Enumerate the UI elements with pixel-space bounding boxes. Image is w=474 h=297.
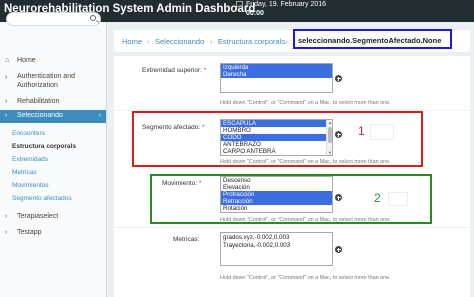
search-icon[interactable]: [90, 15, 96, 21]
movimiento-select[interactable]: Descenso Elevación Protracción Retracción Ro…: [220, 176, 333, 213]
sidebar-search-input[interactable]: [6, 12, 101, 26]
divider: [114, 227, 470, 228]
annotation-label-2: 2: [374, 191, 381, 205]
segmento-label: Segmento afectado: *: [142, 124, 205, 131]
scrollbar-thumb[interactable]: [328, 127, 332, 143]
empty-field: [370, 124, 394, 140]
breadcrumb-current: seleccionando.SegmentoAfectado.None: [293, 29, 452, 49]
select-option[interactable]: Retracción: [221, 198, 332, 205]
calendar-icon: [236, 1, 243, 7]
date-text: Friday, 19. February 2016: [246, 1, 327, 8]
metricas-option[interactable]: grados.xyz,-0.002,0.003: [223, 234, 330, 242]
breadcrumb-separator: ›: [210, 37, 213, 46]
select-option[interactable]: Izquierda: [221, 64, 332, 71]
movimiento-label: Movimiento: *: [162, 180, 202, 187]
metricas-help: Hold down "Control", or "Command" on a M…: [220, 275, 391, 281]
select-option[interactable]: Derecha: [221, 71, 332, 78]
sidebar-item-authentication[interactable]: › Authentication and Authorization: [0, 72, 106, 92]
home-icon: ⌂: [5, 57, 10, 64]
select-option[interactable]: Elevación: [221, 184, 332, 191]
add-extremidad-icon[interactable]: [335, 75, 342, 82]
select-option[interactable]: Descenso: [221, 177, 332, 184]
sidebar-item-label: Testapp: [17, 229, 42, 236]
breadcrumb-seleccionando[interactable]: Seleccionando: [155, 37, 204, 46]
subitem-encounters[interactable]: Encounters: [12, 130, 45, 137]
scroll-up-icon[interactable]: ▲: [328, 120, 332, 125]
select-option[interactable]: CARPO ANTEBRA: [221, 148, 332, 155]
annotation-label-1: 1: [358, 124, 365, 138]
breadcrumb-home[interactable]: Home: [122, 37, 142, 46]
breadcrumb-separator: ›: [285, 37, 288, 46]
breadcrumb-separator: ›: [147, 37, 150, 46]
subitem-metricas[interactable]: Metricas: [12, 169, 37, 176]
chevron-right-icon: ›: [5, 112, 8, 119]
chevron-right-icon: ›: [5, 74, 8, 81]
sidebar-item-label: Terapiaselect: [17, 213, 59, 220]
breadcrumb-estructura[interactable]: Estructura corporals: [218, 37, 285, 46]
sidebar-item-testapp[interactable]: › Testapp: [0, 229, 106, 241]
chevron-right-icon: ›: [5, 229, 8, 236]
scrollbar[interactable]: ▲ ▼: [326, 120, 332, 155]
sidebar-item-label: Seleccionando: [17, 112, 63, 119]
select-option[interactable]: CODO: [221, 134, 332, 141]
add-metricas-icon[interactable]: [335, 246, 342, 253]
segmento-help: Hold down "Control", or "Command" on a M…: [220, 159, 391, 165]
add-segmento-icon[interactable]: [335, 131, 342, 138]
add-movimiento-icon[interactable]: [335, 194, 342, 201]
metricas-label: Metricas:: [173, 236, 200, 243]
subitem-estructura-corporals[interactable]: Estructura corporals: [12, 143, 76, 150]
segmento-select[interactable]: ESCAPULA HOMBRO CODO ANTEBRAZO CARPO ANTEBRA…: [220, 119, 333, 156]
movimiento-help: Hold down "Control", or "Command" on a M…: [220, 217, 391, 223]
select-option[interactable]: Protracción: [221, 191, 332, 198]
sidebar-item-label: Home: [17, 57, 36, 64]
empty-field: [388, 192, 408, 206]
sidebar-item-seleccionando[interactable]: › Seleccionando ‹: [0, 110, 106, 123]
sidebar-item-terapiaselect[interactable]: › Terapiaselect: [0, 213, 106, 225]
sidebar-item-label: Authentication and Authorization: [17, 73, 75, 89]
metricas-option[interactable]: Trayectoria,-0.002,0.003: [223, 242, 330, 250]
sidebar-item-rehabilitation[interactable]: › Rehabilitation: [0, 98, 106, 110]
select-option[interactable]: ESCAPULA: [221, 120, 332, 127]
sidebar-item-label: Rehabilitation: [17, 98, 60, 105]
extremidad-select[interactable]: Izquierda Derecha: [220, 63, 333, 93]
chevron-right-icon: ›: [5, 213, 8, 220]
scroll-down-icon[interactable]: ▼: [328, 150, 332, 155]
chevron-down-icon: ‹: [98, 112, 101, 119]
subitem-extremidads[interactable]: Extremidads: [12, 156, 48, 163]
select-option[interactable]: HOMBRO: [221, 127, 332, 134]
select-option[interactable]: Rotación: [221, 205, 332, 212]
select-option[interactable]: ANTEBRAZO: [221, 141, 332, 148]
sidebar-item-home[interactable]: ⌂ Home: [0, 57, 106, 69]
chevron-right-icon: ›: [5, 98, 8, 105]
date-time: Friday, 19. February 2016 00:00: [236, 1, 326, 18]
subitem-segmento-afectados[interactable]: Segmento afectados: [12, 195, 72, 202]
subitem-movimientos[interactable]: Movimientos: [12, 182, 48, 189]
metricas-select[interactable]: grados.xyz,-0.002,0.003 Trayectoria,-0.0…: [220, 232, 333, 266]
extremidad-label: Extremidad superior: *: [142, 67, 207, 74]
extremidad-help: Hold down "Control", or "Command" on a M…: [220, 100, 391, 106]
time-text: 00:00: [246, 9, 264, 17]
